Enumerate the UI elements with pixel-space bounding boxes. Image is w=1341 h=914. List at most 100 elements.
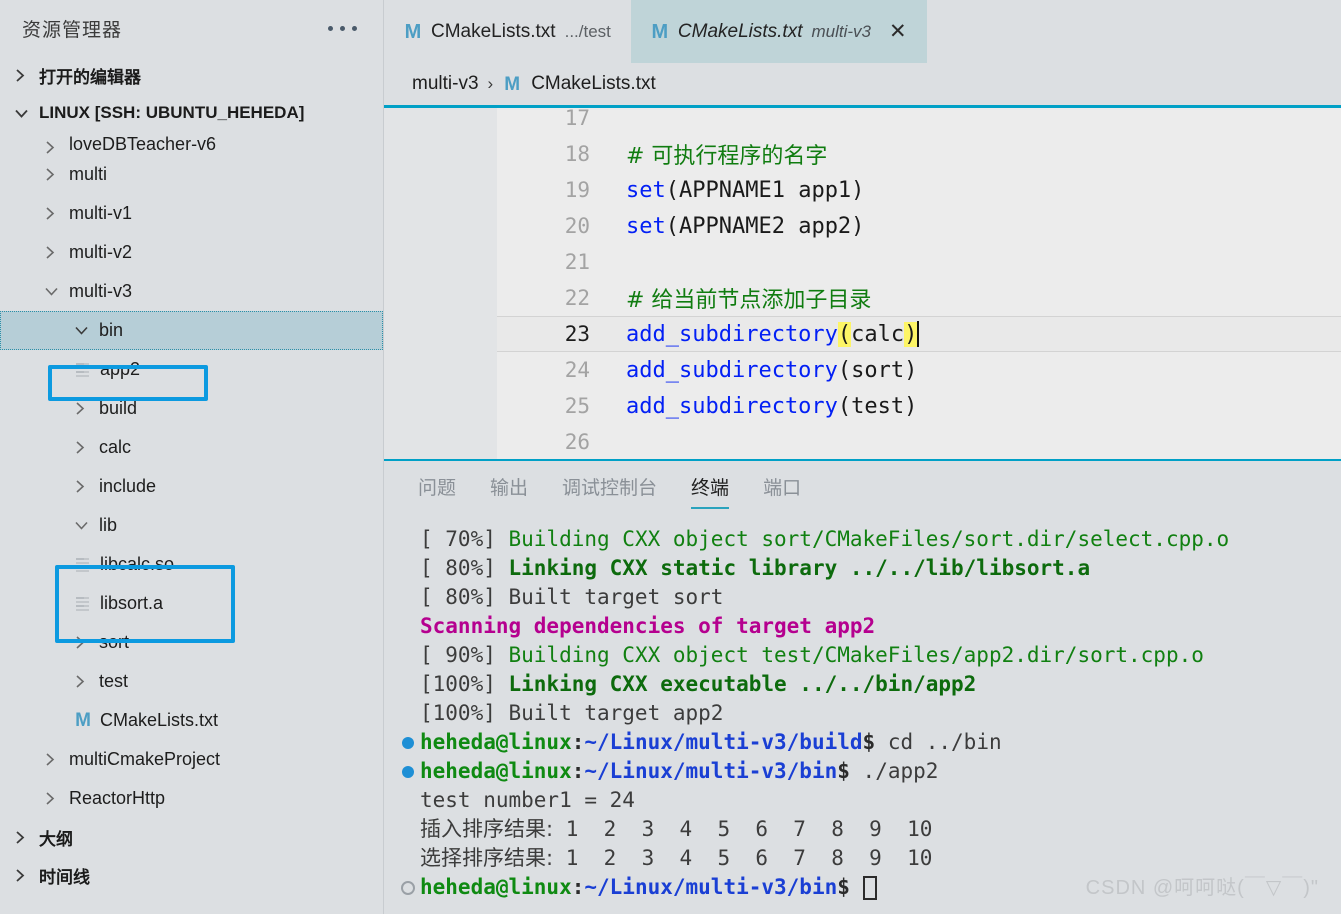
tab-terminal[interactable]: 终端 — [691, 473, 730, 509]
tree-item-multi-v2[interactable]: multi-v2 — [0, 233, 383, 272]
terminal-command-line: heheda@linux: ~/Linux/multi-v3/bin $ ./app… — [384, 757, 1341, 786]
chevron-right-icon — [44, 245, 62, 260]
tab-problems[interactable]: 问题 — [418, 473, 456, 509]
explorer-sidebar: 资源管理器 打开的编辑器 LINUX [SSH: UBUNTU_HEHEDA] … — [0, 0, 384, 914]
status-dot-success-icon — [402, 765, 414, 778]
chevron-right-icon — [74, 635, 92, 650]
tree-item-build[interactable]: build — [0, 389, 383, 428]
terminal-line: [100%] Built target app2 — [384, 699, 1341, 728]
tree-item-bin[interactable]: bin — [0, 311, 383, 350]
terminal-line: 插入排序结果: 1 2 3 4 5 6 7 8 9 10 — [384, 815, 1341, 844]
tree-item-libsort-a[interactable]: libsort.a — [0, 584, 383, 623]
chevron-right-icon — [14, 868, 32, 883]
breadcrumb-file[interactable]: CMakeLists.txt — [531, 73, 656, 95]
tab-path: .../test — [564, 21, 611, 41]
tree-item-label: ReactorHttp — [69, 788, 166, 808]
tree-item-multi[interactable]: multi — [0, 155, 383, 194]
terminal-text: Linking CXX static library ../../lib/lib… — [508, 556, 1091, 580]
terminal-line: 选择排序结果: 1 2 3 4 5 6 7 8 9 10 — [384, 844, 1341, 873]
status-dot-pending-icon — [401, 880, 415, 895]
sidebar-section-linux-ssh[interactable]: LINUX [SSH: UBUNTU_HEHEDA] — [0, 94, 383, 132]
terminal-cursor — [862, 875, 877, 900]
tree-item-sort[interactable]: sort — [0, 623, 383, 662]
sidebar-section-open-editors[interactable]: 打开的编辑器 — [0, 56, 383, 94]
breadcrumb-folder[interactable]: multi-v3 — [412, 73, 479, 95]
tree-item-app2[interactable]: app2 — [0, 350, 383, 389]
tab-output[interactable]: 输出 — [490, 473, 528, 509]
tree-item-label: calc — [99, 437, 132, 457]
sidebar-section-label: 打开的编辑器 — [39, 67, 141, 87]
sidebar-section-outline[interactable]: 大纲 — [0, 818, 383, 856]
tree-item-ReactorHttp[interactable]: ReactorHttp — [0, 779, 383, 818]
tab-debug-console[interactable]: 调试控制台 — [562, 473, 657, 509]
terminal-path: ~/Linux/multi-v3/build — [584, 730, 863, 754]
tree-item-label: app2 — [100, 359, 141, 379]
terminal-text: 选择排序结果: — [420, 846, 554, 870]
close-icon[interactable]: ✕ — [889, 21, 907, 42]
tree-item-label: multi — [69, 164, 108, 184]
tree-item-lib[interactable]: lib — [0, 506, 383, 545]
sidebar-section-label: LINUX [SSH: UBUNTU_HEHEDA] — [39, 103, 305, 122]
line-number: 23 — [564, 322, 590, 346]
terminal-command-line: heheda@linux: ~/Linux/multi-v3/build $ cd … — [384, 728, 1341, 757]
code-text: set(APPNAME1 app1) — [626, 178, 864, 203]
tree-item-label: libsort.a — [100, 593, 164, 613]
tree-item-label: multi-v1 — [69, 203, 133, 223]
tree-item-calc[interactable]: calc — [0, 428, 383, 467]
tree-item-test[interactable]: test — [0, 662, 383, 701]
function-text: add_subdirectory — [626, 322, 838, 347]
command-status-marker — [396, 736, 420, 749]
file-icon — [74, 596, 94, 612]
tree-item-label: build — [99, 398, 138, 418]
line-number: 19 — [564, 178, 590, 202]
sidebar-section-label: 时间线 — [39, 867, 90, 887]
tab-cmakelists-multi-v3[interactable]: M CMakeLists.txt multi-v3 ✕ — [630, 0, 927, 63]
status-dot-success-icon — [402, 736, 414, 749]
chevron-right-icon — [74, 674, 92, 689]
code-plain: (test) — [837, 393, 918, 419]
tree-item-multiCmakeProject[interactable]: multiCmakeProject — [0, 740, 383, 779]
tree-item-include[interactable]: include — [0, 467, 383, 506]
chevron-right-icon — [74, 440, 92, 455]
line-number: 26 — [564, 430, 590, 454]
tab-cmakelists-test[interactable]: M CMakeLists.txt .../test — [384, 0, 631, 63]
tree-item-label: multi-v3 — [69, 281, 133, 301]
code-line: 21 — [497, 244, 1341, 280]
tab-ports[interactable]: 端口 — [763, 473, 801, 509]
terminal-text: [ 80%] — [420, 556, 509, 580]
line-number: 24 — [564, 358, 590, 382]
tree-item-multi-v3[interactable]: multi-v3 — [0, 272, 383, 311]
sidebar-section-timeline[interactable]: 时间线 — [0, 856, 383, 894]
code-line: 19 set(APPNAME1 app1) — [497, 172, 1341, 208]
ellipsis-icon[interactable] — [322, 20, 363, 37]
code-text: add_subdirectory(test) — [626, 394, 917, 419]
chevron-down-icon — [74, 519, 92, 532]
tree-item-CMakeLists-txt[interactable]: M CMakeLists.txt — [0, 701, 383, 740]
terminal-output[interactable]: [ 70%] Building CXX object sort/CMakeFil… — [384, 521, 1341, 914]
terminal-prompt-sigil: $ — [837, 759, 863, 783]
terminal-colon: : — [571, 759, 585, 783]
chevron-right-icon — [44, 167, 62, 182]
terminal-text: Scanning dependencies of target app2 — [420, 614, 876, 638]
chevron-down-icon — [44, 285, 62, 298]
code-text: set(APPNAME2 app2) — [626, 214, 864, 239]
code-editor[interactable]: 17 18 # 可执行程序的名字 19 set(APPNAME1 app1) 2… — [384, 105, 1341, 461]
terminal-text: [ 80%] Built target sort — [420, 585, 724, 609]
line-number: 25 — [564, 394, 590, 418]
tree-item-loveDBTeacher-v6[interactable]: loveDBTeacher-v6 — [0, 132, 383, 155]
tree-item-libcalc-so[interactable]: libcalc.so — [0, 545, 383, 584]
code-text: add_subdirectory(sort) — [626, 358, 917, 383]
explorer-header: 资源管理器 — [0, 0, 383, 56]
line-number: 22 — [564, 286, 590, 310]
terminal-prompt-line[interactable]: heheda@linux: ~/Linux/multi-v3/bin $ — [384, 873, 1341, 902]
terminal-text: 1 2 3 4 5 6 7 8 9 10 — [553, 846, 933, 870]
chevron-right-icon — [74, 401, 92, 416]
code-content[interactable]: 17 18 # 可执行程序的名字 19 set(APPNAME1 app1) 2… — [497, 108, 1341, 459]
terminal-prompt-sigil: $ — [837, 875, 863, 899]
terminal-text: [100%] Built target app2 — [420, 701, 724, 725]
code-line: 26 — [497, 424, 1341, 459]
tree-item-multi-v1[interactable]: multi-v1 — [0, 194, 383, 233]
function-text: add_subdirectory — [626, 393, 838, 419]
terminal-text: test number1 = 24 — [420, 788, 635, 812]
terminal-text: Linking CXX executable ../../bin/app2 — [508, 672, 977, 696]
